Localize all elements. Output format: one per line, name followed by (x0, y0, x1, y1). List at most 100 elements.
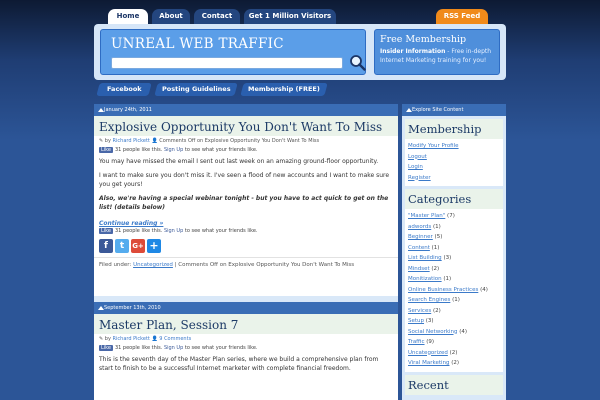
category-link[interactable]: Monitization (408, 276, 442, 282)
post-meta: ✎ by Richard Pickett 👤 9 Comments (94, 334, 398, 344)
category-count: (3) (443, 255, 452, 261)
logout-link[interactable]: Logout (408, 154, 427, 160)
post-author[interactable]: Richard Pickett (113, 336, 150, 342)
category-link[interactable]: Services (408, 308, 431, 314)
facebook-like-box: Like 31 people like this. Sign Up to see… (94, 146, 398, 154)
like-count: 31 people like this. (114, 345, 163, 351)
list-item: Logout (408, 152, 500, 163)
category-link[interactable]: Uncategorized (133, 262, 173, 268)
login-link[interactable]: Login (408, 164, 423, 170)
list-item: Services (2) (408, 306, 500, 317)
category-count: (3) (425, 318, 434, 324)
post-date: January 24th, 2011 (94, 104, 398, 116)
subnav-posting-guidelines[interactable]: Posting Guidelines (154, 83, 238, 96)
like-text: 31 people like this. Sign Up to see what… (115, 147, 258, 153)
category-count: (2) (431, 265, 440, 272)
category-count: (2) (451, 360, 460, 366)
category-link[interactable]: Traffic (408, 339, 425, 345)
post-title[interactable]: Master Plan, Session 7 (99, 318, 393, 332)
free-membership-box[interactable]: Free Membership Insider Information - Fr… (374, 29, 500, 75)
pencil-icon: ✎ (99, 336, 104, 342)
post-comments-link[interactable]: 9 Comments (159, 336, 191, 342)
list-item: adwords (1) (408, 222, 500, 233)
filed-suffix: | Comments Off on Explosive Opportunity … (174, 262, 355, 268)
category-link[interactable]: "Master Plan" (408, 213, 445, 219)
like-button[interactable]: Like (99, 345, 113, 351)
list-item: Beginner (5) (408, 232, 500, 243)
post-body: This is the seventh day of the Master Pl… (94, 352, 398, 381)
subnav-membership[interactable]: Membership (FREE) (240, 83, 328, 96)
page-wrapper: Home About Contact Get 1 Million Visitor… (90, 0, 510, 400)
category-count: (2) (432, 307, 441, 314)
recent-widget-title: Recent (405, 374, 503, 395)
category-link[interactable]: Uncategorized (408, 350, 448, 356)
category-link[interactable]: Mindset (408, 266, 430, 272)
post-body: You may have missed the email I sent out… (94, 154, 398, 220)
category-count: (1) (443, 276, 452, 282)
list-item: Setup (3) (408, 316, 500, 327)
twitter-share-icon[interactable]: t (115, 239, 129, 253)
site-logo[interactable]: UNREAL WEB TRAFFIC (111, 36, 284, 52)
category-link[interactable]: Viral Marketing (408, 360, 450, 366)
signup-rest: to see what your friends like. (184, 147, 258, 153)
google-plus-share-icon[interactable]: G+ (131, 239, 145, 253)
list-item: Login (408, 162, 500, 173)
category-link[interactable]: Content (408, 245, 430, 251)
signup-link[interactable]: Sign Up (164, 147, 183, 153)
list-item: Search Engines (1) (408, 295, 500, 306)
post-date: September 13th, 2010 (94, 302, 398, 314)
post-footer: Filed under: Uncategorized | Comments Of… (94, 257, 398, 272)
tab-home[interactable]: Home (108, 9, 148, 24)
modify-profile-link[interactable]: Modify Your Profile (408, 143, 459, 149)
user-icon: 👤 (151, 336, 158, 342)
tab-contact[interactable]: Contact (194, 9, 240, 24)
post-paragraph: I want to make sure you don't miss it. I… (99, 172, 390, 188)
list-item: Traffic (9) (408, 337, 500, 348)
membership-title: Free Membership (380, 34, 467, 45)
categories-widget: Categories "Master Plan" (7) adwords (1)… (405, 189, 503, 372)
category-count: (1) (452, 297, 460, 303)
subnav-facebook[interactable]: Facebook (96, 83, 152, 96)
category-link[interactable]: Setup (408, 318, 424, 324)
facebook-like-box: Like 31 people like this. Sign Up to see… (94, 344, 398, 352)
search-input[interactable] (111, 57, 343, 69)
like-button[interactable]: Like (99, 147, 113, 153)
like-count: 31 people like this. (114, 228, 163, 234)
category-link[interactable]: Social Networking (408, 329, 458, 335)
like-count: 31 people like this. (114, 147, 163, 153)
category-count: (4) (480, 286, 488, 293)
list-item: List Building (3) (408, 253, 500, 264)
category-count: (1) (431, 244, 440, 251)
category-link[interactable]: List Building (408, 255, 442, 261)
category-count: (4) (459, 328, 468, 335)
list-item: Mindset (2) (408, 264, 500, 275)
user-icon: 👤 (151, 138, 158, 144)
share-plus-icon[interactable]: + (147, 239, 161, 253)
like-button[interactable]: Like (99, 228, 113, 234)
signup-link[interactable]: Sign Up (164, 345, 183, 351)
signup-link[interactable]: Sign Up (164, 228, 183, 234)
post-author[interactable]: Richard Pickett (113, 138, 150, 144)
search-icon[interactable] (349, 54, 366, 71)
membership-widget: Membership Modify Your Profile Logout Lo… (405, 119, 503, 186)
tab-get-visitors[interactable]: Get 1 Million Visitors (244, 9, 336, 24)
post-title[interactable]: Explosive Opportunity You Don't Want To … (99, 120, 393, 134)
facebook-share-icon[interactable]: f (99, 239, 113, 253)
category-count: (7) (447, 213, 455, 219)
recent-widget: Recent (405, 374, 503, 395)
facebook-like-box: Like 31 people like this. Sign Up to see… (94, 227, 398, 235)
category-link[interactable]: Beginner (408, 234, 433, 240)
category-link[interactable]: adwords (408, 224, 431, 230)
post: January 24th, 2011 Explosive Opportunity… (94, 104, 398, 296)
continue-reading-link[interactable]: Continue reading » (94, 220, 398, 227)
post-by: by (104, 336, 111, 342)
tab-about[interactable]: About (152, 9, 190, 24)
subnav-posting-label: Posting Guidelines (161, 85, 231, 93)
category-link[interactable]: Online Business Practices (408, 287, 478, 293)
register-link[interactable]: Register (408, 175, 431, 181)
category-count: (9) (426, 339, 435, 345)
rss-feed-button[interactable]: RSS Feed (436, 9, 488, 24)
category-link[interactable]: Search Engines (408, 297, 450, 303)
post-paragraph: This is the seventh day of the Master Pl… (99, 356, 379, 372)
like-text: 31 people like this. Sign Up to see what… (115, 345, 258, 351)
